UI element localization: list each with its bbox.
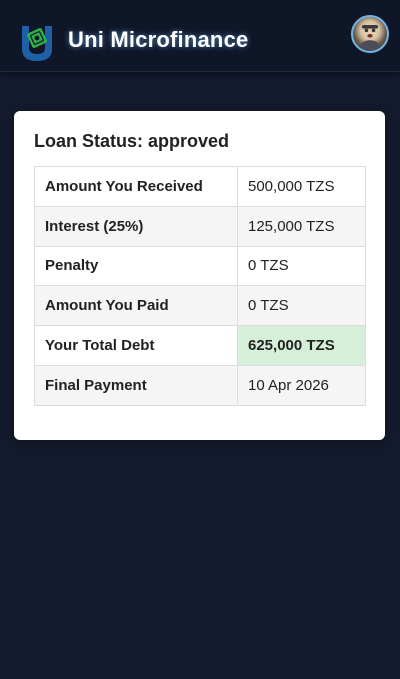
loan-status-title: Loan Status: approved [34, 131, 230, 151]
row-value: 125,000 TZS [237, 205, 366, 247]
row-label: Your Total Debt [34, 325, 238, 366]
loan-status-card: Loan Status: approved Amount You Receive… [14, 111, 385, 440]
table-row: Amount You Received 500,000 TZS [34, 166, 366, 207]
app-header: Uni Microfinance [0, 0, 400, 72]
row-value: 0 TZS [237, 245, 366, 287]
row-value: 10 Apr 2026 [237, 364, 366, 406]
row-label: Penalty [34, 245, 238, 287]
table-row: Penalty 0 TZS [34, 245, 366, 287]
table-row: Your Total Debt 625,000 TZS [34, 325, 366, 366]
table-row: Final Payment 10 Apr 2026 [34, 364, 366, 406]
table-row: Amount You Paid 0 TZS [34, 285, 366, 327]
money-shield-logo-icon [20, 24, 54, 62]
app-title: Uni Microfinance [68, 27, 249, 52]
row-label: Amount You Paid [34, 285, 238, 327]
loan-details-table: Amount You Received 500,000 TZS Interest… [34, 166, 366, 406]
table-row: Interest (25%) 125,000 TZS [34, 205, 366, 247]
user-avatar-icon[interactable] [351, 15, 389, 53]
row-value: 500,000 TZS [237, 166, 366, 207]
row-label: Amount You Received [34, 166, 238, 207]
total-debt-value: 625,000 TZS [237, 325, 366, 366]
row-value: 0 TZS [237, 285, 366, 327]
row-label: Interest (25%) [34, 205, 238, 247]
row-label: Final Payment [34, 364, 238, 406]
